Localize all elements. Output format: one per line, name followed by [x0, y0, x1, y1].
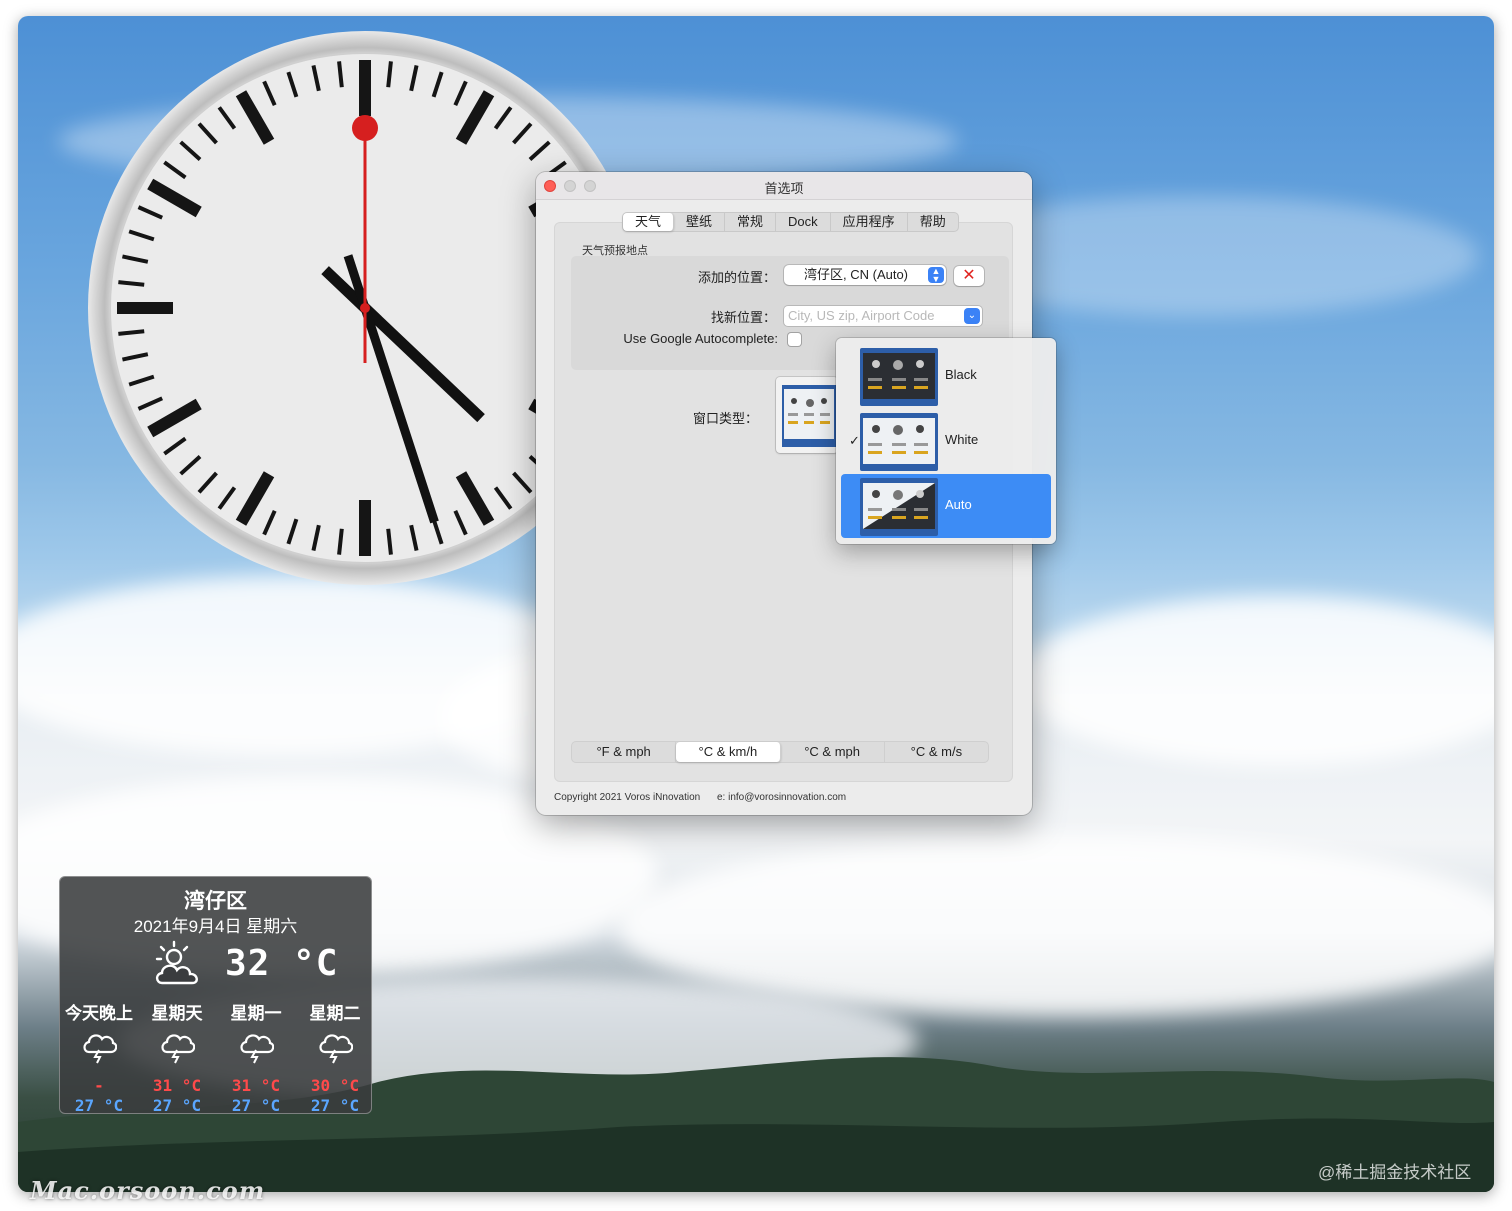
chevron-down-icon[interactable]: ⌄ — [964, 308, 980, 324]
forecast-day: 星期天 — [151, 1004, 203, 1023]
window-type-label: 窗口类型： — [692, 411, 758, 426]
title-bar[interactable]: 首选项 — [536, 172, 1032, 200]
unit-f-mph[interactable]: °F & mph — [572, 742, 677, 762]
added-location-label: 添加的位置： — [697, 270, 776, 285]
white-theme-thumbnail — [860, 413, 938, 471]
find-location-field[interactable]: ⌄ — [784, 306, 982, 326]
thunderstorm-icon — [83, 1034, 117, 1064]
watermark-orsoon: Mac.orsoon.com — [30, 1176, 266, 1205]
forecast-day: 星期二 — [309, 1004, 361, 1023]
forecast-tonight: 今天晚上 - 27 °C — [60, 999, 138, 1116]
forecast-low: 27 °C — [231, 1096, 281, 1115]
tab-applications[interactable]: 应用程序 — [831, 213, 908, 231]
clock-center — [360, 303, 370, 313]
minute-marker — [386, 61, 393, 88]
find-location-input[interactable] — [788, 308, 964, 323]
copyright-text: Copyright 2021 Voros iNnovation — [554, 792, 701, 803]
minute-marker — [386, 528, 393, 555]
window-type-button[interactable] — [776, 377, 838, 453]
popup-arrows-icon: ▲ ▼ — [928, 267, 944, 284]
menu-item-label: White — [945, 432, 979, 447]
menu-item-white[interactable]: ✓ White — [841, 409, 1051, 473]
tab-general[interactable]: 常规 — [725, 213, 777, 231]
window-type-thumbnail — [782, 385, 836, 447]
delete-location-button[interactable]: ✕ — [954, 266, 984, 286]
menu-item-auto[interactable]: Auto — [841, 474, 1051, 538]
checkmark-icon: ✓ — [849, 433, 860, 448]
forecast-low: 27 °C — [152, 1096, 202, 1115]
tab-help[interactable]: 帮助 — [908, 213, 958, 231]
weather-city: 湾仔区 — [184, 890, 247, 913]
forecast-monday: 星期一 31 °C 27 °C — [217, 999, 295, 1116]
current-temperature: 32 °C — [225, 943, 339, 984]
units-segmented-control: °F & mph °C & km/h °C & mph °C & m/s — [571, 741, 989, 763]
added-location-value: 湾仔区, CN (Auto) — [804, 267, 909, 282]
thunderstorm-icon — [240, 1034, 274, 1064]
weather-date: 2021年9月4日 星期六 — [133, 917, 298, 936]
unit-c-kmh[interactable]: °C & km/h — [676, 742, 781, 762]
weather-widget[interactable]: 湾仔区 2021年9月4日 星期六 32 °C 今天晚上 - 27 °C 星期天… — [59, 876, 374, 1116]
tab-dock[interactable]: Dock — [776, 213, 831, 231]
tab-weather[interactable]: 天气 — [623, 213, 675, 231]
forecast-high: - — [94, 1076, 104, 1095]
menu-item-black[interactable]: Black — [841, 344, 1051, 408]
forecast-low: 27 °C — [310, 1096, 360, 1115]
forecast-high: 31 °C — [231, 1076, 281, 1095]
black-theme-thumbnail — [860, 348, 938, 406]
forecast-high: 31 °C — [152, 1076, 202, 1095]
footer: Copyright 2021 Voros iNnovation e: info@… — [554, 792, 860, 803]
google-autocomplete-checkbox[interactable] — [788, 333, 801, 346]
forecast-day: 星期一 — [230, 1004, 282, 1023]
unit-c-mph[interactable]: °C & mph — [781, 742, 885, 762]
window-title: 首选项 — [764, 181, 804, 196]
forecast-low: 27 °C — [74, 1096, 124, 1115]
menu-item-label: Black — [945, 367, 977, 382]
watermark-juejin: @稀土掘金技术社区 — [1318, 1163, 1472, 1182]
minute-marker — [337, 61, 344, 88]
email-link[interactable]: e: info@vorosinnovation.com — [717, 792, 846, 803]
unit-c-ms[interactable]: °C & m/s — [885, 742, 988, 762]
forecast-sunday: 星期天 31 °C 27 °C — [138, 999, 216, 1116]
forecast-tuesday: 星期二 30 °C 27 °C — [296, 999, 374, 1116]
auto-theme-thumbnail — [860, 478, 938, 536]
tab-wallpaper[interactable]: 壁纸 — [674, 213, 726, 231]
find-location-label: 找新位置： — [710, 310, 776, 325]
second-hand-tip — [352, 115, 378, 141]
thunderstorm-icon — [319, 1034, 353, 1064]
minute-marker — [118, 329, 145, 336]
tab-bar: 天气 壁纸 常规 Dock 应用程序 帮助 — [622, 212, 959, 232]
google-autocomplete-label: Use Google Autocomplete: — [623, 331, 778, 346]
thunderstorm-icon — [161, 1034, 195, 1064]
menu-item-label: Auto — [945, 497, 972, 512]
added-location-popup[interactable]: 湾仔区, CN (Auto) ▲ ▼ — [784, 265, 946, 285]
minute-marker — [337, 528, 344, 555]
partly-cloudy-icon — [155, 940, 198, 985]
window-type-menu: Black ✓ White Auto — [836, 338, 1056, 544]
forecast-high: 30 °C — [310, 1076, 360, 1095]
forecast-day: 今天晚上 — [65, 1004, 133, 1023]
minute-marker — [118, 280, 145, 287]
